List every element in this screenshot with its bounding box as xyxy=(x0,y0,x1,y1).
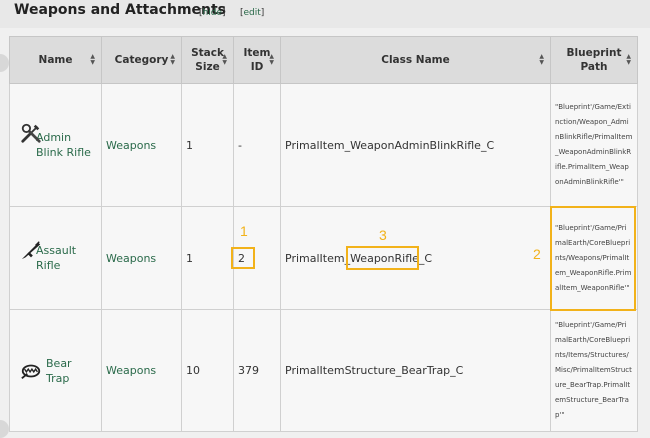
category-cell: Weapons xyxy=(101,206,182,310)
section-header: Weapons and Attachments [hide] [edit] xyxy=(0,0,650,28)
sort-arrows-icon: ▲ ▼ xyxy=(269,53,274,66)
table-row: Bear Trap Weapons 10 379 PrimalItemStruc… xyxy=(9,309,638,432)
sort-arrows-icon: ▲ ▼ xyxy=(626,53,631,66)
wrench-screwdriver-icon xyxy=(21,123,41,143)
bear-trap-icon xyxy=(21,364,41,380)
item-id-cell: - xyxy=(233,83,281,207)
edit-link-wrapper: [edit] xyxy=(240,8,265,18)
name-cell: Bear Trap xyxy=(9,309,102,432)
table-header-row: Name ▲ ▼ Category ▲ ▼ Stack Size ▲ ▼ Item ID ▲ ▼… xyxy=(9,36,638,84)
annotation-label-1: 1 xyxy=(240,223,248,239)
sort-arrows-icon: ▲ ▼ xyxy=(170,53,175,66)
header-class-name[interactable]: Class Name ▲ ▼ xyxy=(280,36,551,84)
category-link[interactable]: Weapons xyxy=(106,252,156,265)
sort-arrows-icon: ▲ ▼ xyxy=(539,53,544,66)
header-category[interactable]: Category ▲ ▼ xyxy=(101,36,182,84)
name-cell: Assault Rifle xyxy=(9,206,102,310)
annotation-label-3: 3 xyxy=(379,227,387,243)
annotation-label-2: 2 xyxy=(533,246,541,262)
category-cell: Weapons xyxy=(101,83,182,207)
table-row: Assault Rifle Weapons 1 2 PrimalItem_Wea… xyxy=(9,206,638,310)
category-link[interactable]: Weapons xyxy=(106,139,156,152)
highlight-box-item-id xyxy=(231,247,255,269)
weapons-table: Name ▲ ▼ Category ▲ ▼ Stack Size ▲ ▼ Item ID ▲ ▼… xyxy=(9,36,638,432)
category-cell: Weapons xyxy=(101,309,182,432)
side-decoration xyxy=(0,54,9,72)
hide-link[interactable]: hide xyxy=(203,8,222,18)
class-name-cell: PrimalItem_WeaponAdminBlinkRifle_C xyxy=(280,83,551,207)
side-decoration xyxy=(0,420,9,438)
header-name[interactable]: Name ▲ ▼ xyxy=(9,36,102,84)
sort-arrows-icon: ▲ ▼ xyxy=(222,53,227,66)
highlight-box-blueprint-path xyxy=(550,206,636,311)
stack-size-cell: 1 xyxy=(181,206,234,310)
table-row: Admin Blink Rifle Weapons 1 - PrimalItem… xyxy=(9,83,638,207)
hide-link-wrapper: [hide] xyxy=(199,8,226,18)
sort-arrows-icon: ▲ ▼ xyxy=(90,53,95,66)
blueprint-path-cell: "Blueprint'/Game/Extinction/Weapon_Admin… xyxy=(550,83,638,207)
name-cell: Admin Blink Rifle xyxy=(9,83,102,207)
assault-rifle-icon xyxy=(21,241,41,260)
stack-size-cell: 1 xyxy=(181,83,234,207)
category-link[interactable]: Weapons xyxy=(106,364,156,377)
header-item-id[interactable]: Item ID ▲ ▼ xyxy=(233,36,281,84)
item-id-cell: 379 xyxy=(233,309,281,432)
highlight-box-class-name xyxy=(346,246,419,270)
header-blueprint-path[interactable]: Blueprint Path ▲ ▼ xyxy=(550,36,638,84)
blueprint-path-cell: "Blueprint'/Game/PrimalEarth/CoreBluepri… xyxy=(550,309,638,432)
class-name-cell: PrimalItemStructure_BearTrap_C xyxy=(280,309,551,432)
stack-size-cell: 10 xyxy=(181,309,234,432)
section-title: Weapons and Attachments xyxy=(14,2,227,18)
edit-link[interactable]: edit xyxy=(244,8,261,18)
header-stack-size[interactable]: Stack Size ▲ ▼ xyxy=(181,36,234,84)
